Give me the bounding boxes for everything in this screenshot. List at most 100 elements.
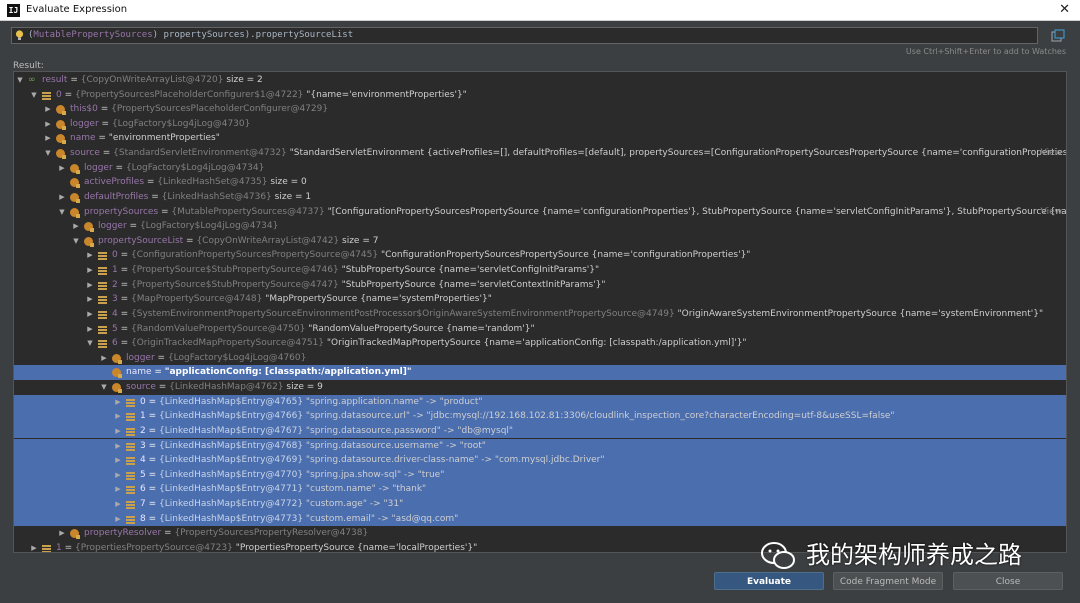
variable-name: name: [126, 367, 152, 378]
variable-name: source: [70, 148, 100, 159]
expand-arrow-icon[interactable]: ▶: [86, 278, 94, 292]
expression-text[interactable]: (MutablePropertySources) propertySources…: [28, 30, 353, 40]
tree-row[interactable]: ▼ propertySources = {MutablePropertySourc…: [14, 205, 1066, 220]
view-link[interactable]: View: [1041, 146, 1062, 161]
tree-row[interactable]: ▶ 4 = {SystemEnvironmentPropertySourceEnv…: [14, 307, 1066, 322]
add-to-watches-icon[interactable]: [1051, 29, 1065, 42]
tree-row[interactable]: ▶ name = "environmentProperties": [14, 131, 1066, 146]
expand-arrow-icon[interactable]: ▶: [114, 482, 122, 496]
tree-row[interactable]: ▶ 1 = {LinkedHashMap$Entry@4766} "spring.…: [14, 409, 1066, 424]
array-element-icon: [126, 500, 135, 509]
array-element-icon: [126, 398, 135, 407]
tree-row[interactable]: ▼ propertySourceList = {CopyOnWriteArrayL…: [14, 234, 1066, 249]
tree-row[interactable]: ▶ logger = {LogFactory$Log4jLog@4734}: [14, 219, 1066, 234]
tree-row[interactable]: ▶ 2 = {PropertySource$StubPropertySource@…: [14, 278, 1066, 293]
variable-name: 1: [112, 265, 118, 276]
tree-row[interactable]: ▶ 0 = {LinkedHashMap$Entry@4765} "spring.…: [14, 394, 1066, 410]
tree-row[interactable]: ▶ 3 = {LinkedHashMap$Entry@4768} "spring.…: [14, 438, 1066, 454]
tree-row[interactable]: ▶ 1 = {PropertySource$StubPropertySource@…: [14, 263, 1066, 278]
variable-type: {PropertySource$StubPropertySource@4746}: [131, 265, 342, 276]
tree-row[interactable]: ▶ 7 = {LinkedHashMap$Entry@4772} "custom.…: [14, 496, 1066, 512]
variable-type: {LogFactory$Log4jLog@4760}: [167, 352, 307, 363]
expand-arrow-icon[interactable]: ▶: [100, 351, 108, 365]
expand-arrow-icon[interactable]: ▶: [114, 424, 122, 438]
expand-arrow-icon[interactable]: ▶: [72, 219, 80, 233]
expand-arrow-icon[interactable]: ▶: [114, 497, 122, 511]
expand-arrow-icon[interactable]: ▶: [30, 541, 38, 552]
tree-row[interactable]: ▶ 0 = {ConfigurationPropertySourcesProper…: [14, 248, 1066, 263]
variable-name: 5: [112, 323, 118, 334]
collapse-arrow-icon[interactable]: ▼: [72, 234, 80, 248]
view-link[interactable]: View: [1041, 205, 1062, 220]
expand-arrow-icon[interactable]: ▶: [44, 131, 52, 145]
tree-row[interactable]: ▼ 0 = {PropertySourcesPlaceholderConfigur…: [14, 88, 1066, 103]
field-icon: [84, 236, 94, 247]
array-element-icon: [126, 485, 135, 495]
array-element-icon: [42, 91, 51, 100]
result-tree[interactable]: ▼ ∞ result = {CopyOnWriteArrayList@4720} s…: [13, 71, 1067, 553]
variable-value: "PropertiesPropertySource {name='localPr…: [235, 542, 478, 553]
evaluate-button[interactable]: Evaluate: [714, 572, 824, 590]
expand-arrow-icon[interactable]: ▶: [86, 307, 94, 321]
expand-arrow-icon[interactable]: ▶: [114, 395, 122, 409]
tree-row[interactable]: ▶ defaultProfiles = {LinkedHashSet@4736} …: [14, 190, 1066, 205]
expand-arrow-icon[interactable]: ▶: [58, 190, 66, 204]
variable-name: 4: [112, 308, 118, 319]
close-button[interactable]: Close: [953, 572, 1063, 590]
lightbulb-icon[interactable]: [15, 30, 24, 41]
field-icon: [112, 353, 122, 364]
tree-row[interactable]: ▶ 2 = {LinkedHashMap$Entry@4767} "spring.…: [14, 423, 1066, 439]
tree-row[interactable]: ▶ 8 = {LinkedHashMap$Entry@4773} "custom.…: [14, 511, 1066, 527]
array-element-icon: [98, 251, 107, 261]
tree-row[interactable]: ▼ source = {StandardServletEnvironment@47…: [14, 146, 1066, 161]
field-icon: [70, 178, 80, 189]
expand-arrow-icon[interactable]: ▶: [86, 292, 94, 306]
collapse-arrow-icon[interactable]: ▼: [16, 73, 24, 87]
array-element-icon: [126, 427, 135, 436]
intellij-app-icon: IJ: [7, 4, 20, 17]
expand-arrow-icon[interactable]: ▶: [114, 439, 122, 453]
tree-row[interactable]: ▶ logger = {LogFactory$Log4jLog@4734}: [14, 161, 1066, 176]
collapse-arrow-icon[interactable]: ▼: [58, 205, 66, 219]
tree-row[interactable]: ▶ this$0 = {PropertySourcesPlaceholderCon…: [14, 102, 1066, 117]
tree-row[interactable]: ▼ source = {LinkedHashMap@4762} size = 9: [14, 380, 1066, 395]
tree-row[interactable]: ▶ 6 = {LinkedHashMap$Entry@4771} "custom.…: [14, 482, 1066, 497]
tree-row[interactable]: ▶ 5 = {RandomValuePropertySource@4750} "R…: [14, 322, 1066, 337]
expand-arrow-icon[interactable]: ▶: [58, 526, 66, 540]
expand-arrow-icon[interactable]: ▶: [114, 453, 122, 467]
tree-row[interactable]: name = "applicationConfig: [classpath:/a…: [14, 365, 1066, 380]
variable-value: "spring.datasource.driver-class-name" ->…: [305, 455, 605, 466]
collapse-arrow-icon[interactable]: ▼: [30, 88, 38, 102]
collapse-arrow-icon[interactable]: ▼: [100, 380, 108, 394]
expand-arrow-icon[interactable]: ▶: [114, 468, 122, 482]
variable-value: "spring.datasource.username" -> "root": [305, 440, 486, 451]
expression-input[interactable]: (MutablePropertySources) propertySources…: [11, 27, 1038, 44]
variable-name: propertySourceList: [98, 235, 184, 246]
tree-row[interactable]: ▶ logger = {LogFactory$Log4jLog@4760}: [14, 351, 1066, 366]
expand-arrow-icon[interactable]: ▶: [86, 263, 94, 277]
variable-value: "spring.datasource.url" -> "jdbc:mysql:/…: [305, 411, 895, 422]
tree-row[interactable]: ▶ logger = {LogFactory$Log4jLog@4730}: [14, 117, 1066, 132]
expand-arrow-icon[interactable]: ▶: [86, 322, 94, 336]
expand-arrow-icon[interactable]: ▶: [44, 102, 52, 116]
tree-row[interactable]: ▼ ∞ result = {CopyOnWriteArrayList@4720} s…: [14, 73, 1066, 88]
variable-type: {LinkedHashMap$Entry@4773}: [159, 513, 306, 524]
expand-arrow-icon[interactable]: ▶: [44, 117, 52, 131]
tree-row[interactable]: activeProfiles = {LinkedHashSet@4735} si…: [14, 175, 1066, 190]
expand-arrow-icon[interactable]: ▶: [86, 248, 94, 262]
tree-row[interactable]: ▼ 6 = {OriginTrackedMapPropertySource@475…: [14, 336, 1066, 351]
array-element-icon: [126, 456, 135, 466]
collapse-arrow-icon[interactable]: ▼: [44, 146, 52, 160]
variable-type: {ConfigurationPropertySourcesPropertySou…: [131, 250, 381, 261]
leaf-spacer: [58, 175, 66, 189]
expand-arrow-icon[interactable]: ▶: [114, 512, 122, 526]
close-window-icon[interactable]: ✕: [1059, 2, 1070, 17]
tree-row[interactable]: ▶ 3 = {MapPropertySource@4748} "MapProper…: [14, 292, 1066, 307]
code-fragment-mode-button[interactable]: Code Fragment Mode: [833, 572, 943, 590]
field-icon: [56, 105, 66, 116]
tree-row[interactable]: ▶ 4 = {LinkedHashMap$Entry@4769} "spring.…: [14, 453, 1066, 468]
collapse-arrow-icon[interactable]: ▼: [86, 336, 94, 350]
tree-row[interactable]: ▶ 5 = {LinkedHashMap$Entry@4770} "spring.…: [14, 467, 1066, 483]
expand-arrow-icon[interactable]: ▶: [114, 409, 122, 423]
expand-arrow-icon[interactable]: ▶: [58, 161, 66, 175]
